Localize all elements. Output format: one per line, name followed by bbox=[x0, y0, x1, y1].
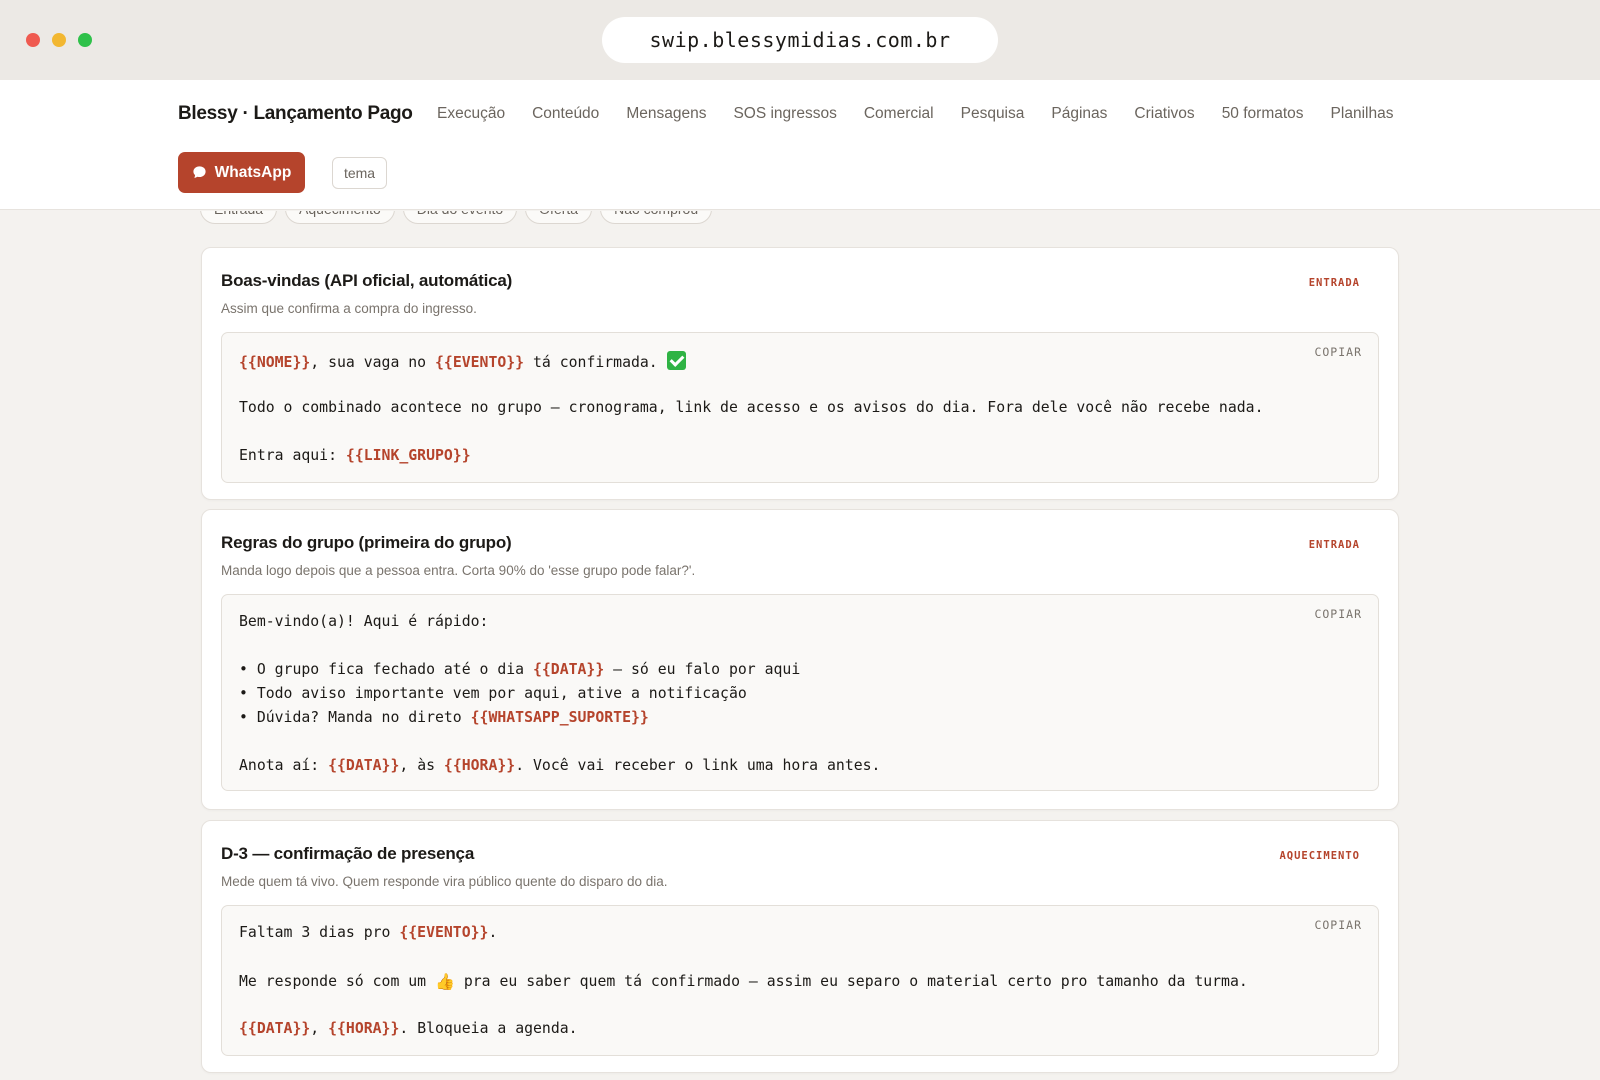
message-line: Bem-vindo(a)! Aqui é rápido: bbox=[239, 613, 489, 630]
card-title: D-3 — confirmação de presença bbox=[221, 844, 475, 863]
message-line: Anota aí: {{DATA}}, às {{HORA}}. Você va… bbox=[239, 757, 881, 774]
messages-content: Entrada Aquecimento Dia do evento Oferta… bbox=[0, 211, 1600, 1080]
nav-item-planilhas[interactable]: Planilhas bbox=[1331, 105, 1394, 123]
copy-button[interactable]: COPIAR bbox=[1314, 607, 1362, 621]
browser-toolbar: swip.blessymidias.com.br bbox=[0, 0, 1600, 80]
nav-item-paginas[interactable]: Páginas bbox=[1051, 105, 1107, 123]
category-badge: ENTRADA bbox=[1308, 277, 1360, 289]
app-header: Blessy · Lançamento Pago Execução Conteú… bbox=[0, 80, 1600, 210]
message-line: • Todo aviso importante vem por aqui, at… bbox=[239, 685, 747, 702]
message-card: Boas-vindas (API oficial, automática) EN… bbox=[201, 247, 1399, 500]
nav-item-50-formatos[interactable]: 50 formatos bbox=[1222, 105, 1304, 123]
message-card: D-3 — confirmação de presença AQUECIMENT… bbox=[201, 820, 1399, 1073]
chat-bubble-icon bbox=[193, 166, 206, 179]
nav-item-mensagens[interactable]: Mensagens bbox=[626, 105, 706, 123]
category-filters: Entrada Aquecimento Dia do evento Oferta… bbox=[200, 211, 713, 224]
message-line: Entra aqui: {{LINK_GRUPO}} bbox=[239, 447, 471, 464]
message-text-box[interactable]: COPIAR Bem-vindo(a)! Aqui é rápido: • O … bbox=[221, 594, 1379, 791]
message-line: • Dúvida? Manda no direto {{WHATSAPP_SUP… bbox=[239, 709, 649, 726]
message-line: {{DATA}}, {{HORA}}. Bloqueia a agenda. bbox=[239, 1020, 578, 1037]
filter-dia-do-evento[interactable]: Dia do evento bbox=[402, 211, 518, 224]
main-nav: Execução Conteúdo Mensagens SOS ingresso… bbox=[437, 105, 1420, 123]
thumbs-up-icon: 👍 bbox=[435, 972, 455, 991]
filter-entrada[interactable]: Entrada bbox=[200, 211, 278, 224]
nav-item-criativos[interactable]: Criativos bbox=[1134, 105, 1194, 123]
minimize-window-button[interactable] bbox=[52, 33, 66, 47]
message-text-box[interactable]: COPIAR Faltam 3 dias pro {{EVENTO}}. Me … bbox=[221, 905, 1379, 1056]
copy-button[interactable]: COPIAR bbox=[1314, 918, 1362, 932]
nav-item-execucao[interactable]: Execução bbox=[437, 105, 505, 123]
nav-item-conteudo[interactable]: Conteúdo bbox=[532, 105, 599, 123]
message-line: Me responde só com um 👍 pra eu saber que… bbox=[239, 972, 1248, 991]
filter-nao-comprou[interactable]: Não comprou bbox=[600, 211, 713, 224]
filter-aquecimento[interactable]: Aquecimento bbox=[285, 211, 395, 224]
check-mark-icon bbox=[666, 351, 686, 370]
close-window-button[interactable] bbox=[26, 33, 40, 47]
filter-oferta[interactable]: Oferta bbox=[525, 211, 593, 224]
message-line: {{NOME}}, sua vaga no {{EVENTO}} tá conf… bbox=[239, 351, 686, 371]
nav-item-comercial[interactable]: Comercial bbox=[864, 105, 934, 123]
message-line: Todo o combinado acontece no grupo — cro… bbox=[239, 399, 1264, 416]
message-text-box[interactable]: COPIAR {{NOME}}, sua vaga no {{EVENTO}} … bbox=[221, 332, 1379, 483]
brand-title[interactable]: Blessy · Lançamento Pago bbox=[178, 103, 413, 125]
message-card: Regras do grupo (primeira do grupo) ENTR… bbox=[201, 509, 1399, 810]
message-line: • O grupo fica fechado até o dia {{DATA}… bbox=[239, 661, 801, 678]
copy-button[interactable]: COPIAR bbox=[1314, 345, 1362, 359]
card-title: Boas-vindas (API oficial, automática) bbox=[221, 271, 513, 290]
card-subtitle: Assim que confirma a compra do ingresso. bbox=[221, 301, 477, 316]
nav-item-pesquisa[interactable]: Pesquisa bbox=[961, 105, 1025, 123]
address-bar[interactable]: swip.blessymidias.com.br bbox=[602, 17, 998, 63]
category-badge: AQUECIMENTO bbox=[1279, 850, 1360, 862]
message-line: Faltam 3 dias pro {{EVENTO}}. bbox=[239, 924, 498, 941]
card-title: Regras do grupo (primeira do grupo) bbox=[221, 533, 512, 552]
card-subtitle: Manda logo depois que a pessoa entra. Co… bbox=[221, 563, 696, 578]
nav-item-sos-ingressos[interactable]: SOS ingressos bbox=[733, 105, 836, 123]
category-badge: ENTRADA bbox=[1308, 539, 1360, 551]
whatsapp-button-label: WhatsApp bbox=[214, 163, 292, 181]
theme-toggle-button[interactable]: tema bbox=[332, 157, 387, 189]
card-subtitle: Mede quem tá vivo. Quem responde vira pú… bbox=[221, 874, 668, 889]
whatsapp-button[interactable]: WhatsApp bbox=[178, 152, 305, 193]
maximize-window-button[interactable] bbox=[78, 33, 92, 47]
